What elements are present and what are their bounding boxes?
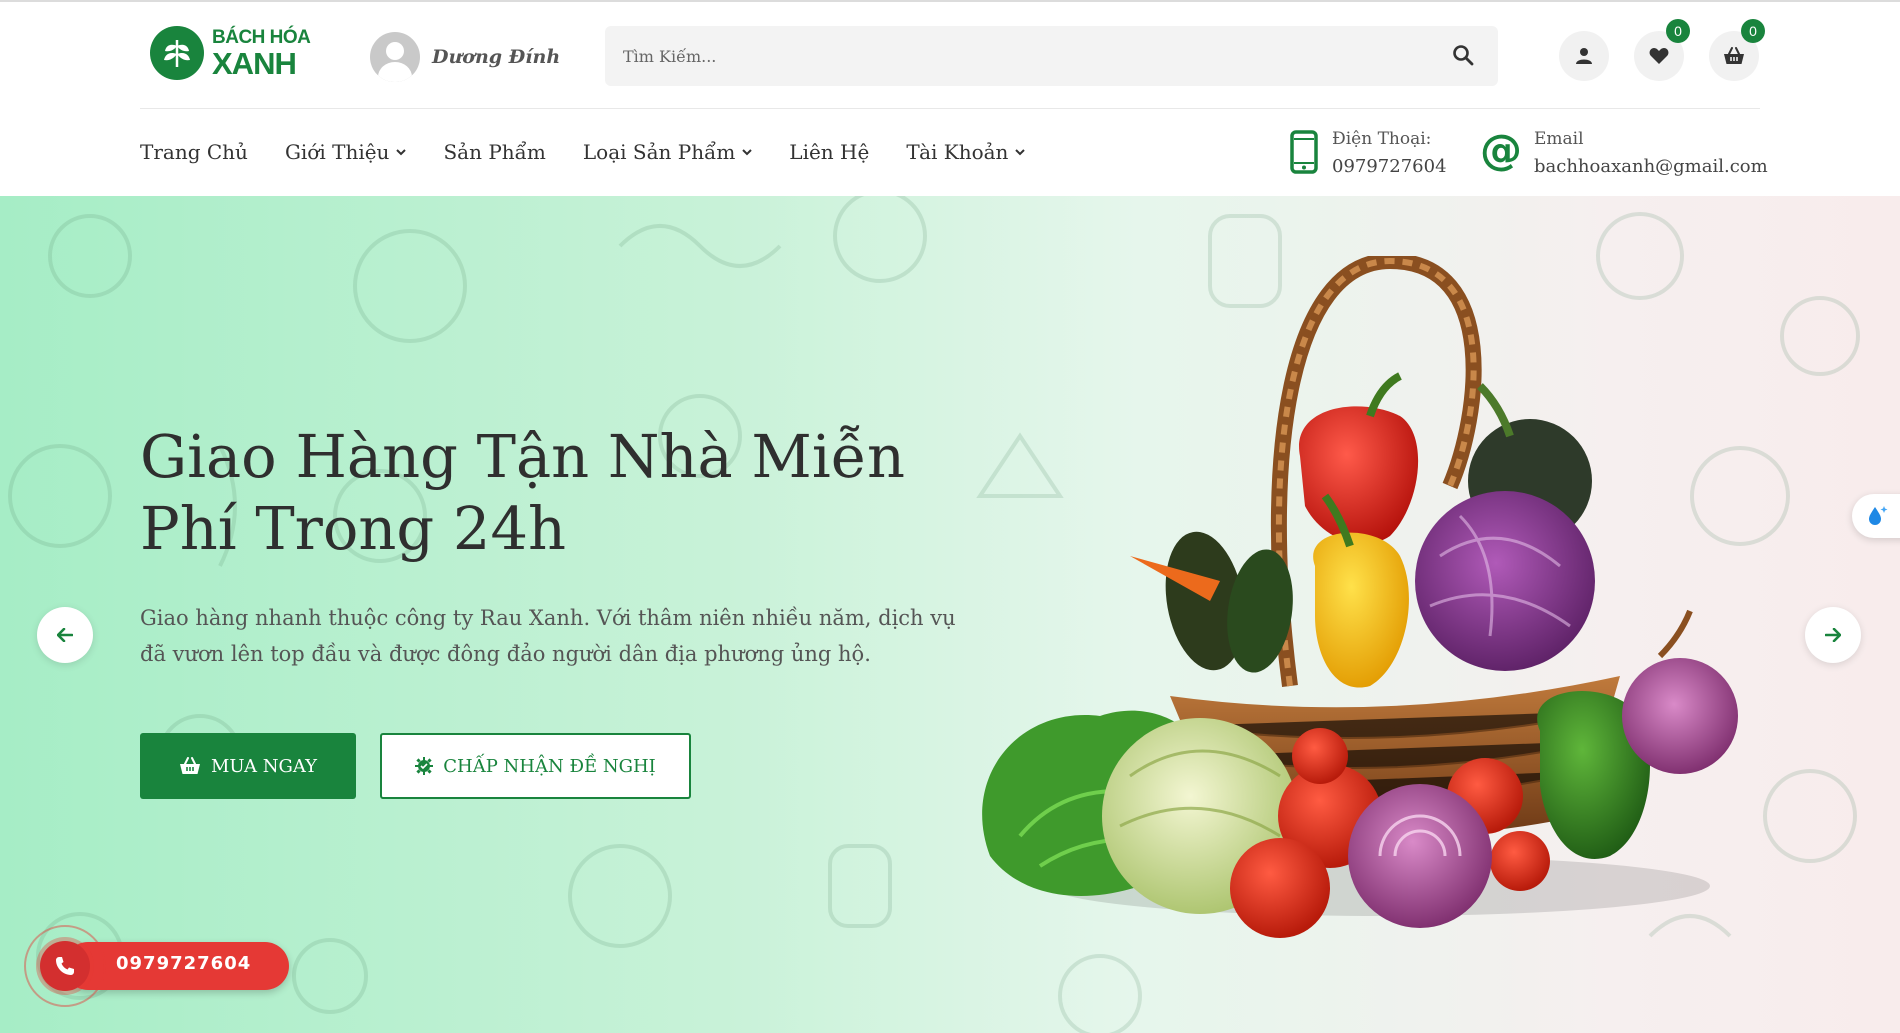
contact-phone: Điện Thoại: 0979727604: [1290, 126, 1447, 180]
site-header: BÁCH HÓA XANH Dương Đính 0: [0, 2, 1900, 196]
nav-item-account[interactable]: Tài Khoản: [906, 140, 1026, 164]
nav-item-label: Sản Phẩm: [443, 140, 546, 164]
arrow-left-icon: [57, 628, 73, 642]
phone-value[interactable]: 0979727604: [1332, 153, 1447, 180]
brand-name-line1: BÁCH HÓA: [212, 26, 311, 48]
call-number: 0979727604: [116, 953, 252, 974]
nav-item-about[interactable]: Giới Thiệu: [285, 140, 407, 164]
mobile-phone-icon: [1290, 130, 1318, 174]
email-value[interactable]: bachhoaxanh@gmail.com: [1534, 153, 1768, 180]
search-icon[interactable]: [1452, 44, 1476, 68]
contact-email: @ Email bachhoaxanh@gmail.com: [1480, 126, 1768, 180]
search-input[interactable]: [623, 26, 1423, 86]
nav-item-categories[interactable]: Loại Sản Phẩm: [582, 140, 753, 164]
hero-slider: Giao Hàng Tận Nhà Miễn Phí Trong 24h Gia…: [0, 196, 1900, 1033]
wishlist-count-badge: 0: [1666, 19, 1690, 43]
accept-offer-label: CHẤP NHẬN ĐỀ NGHỊ: [443, 755, 656, 777]
floating-call-widget[interactable]: 0979727604: [24, 921, 289, 1011]
user-icon: [1576, 48, 1592, 64]
arrow-right-icon: [1825, 628, 1841, 642]
basket-icon: [1724, 47, 1744, 64]
nav-item-label: Loại Sản Phẩm: [582, 140, 736, 164]
water-drop-sparkle-icon: [1869, 506, 1888, 525]
side-widget-tab[interactable]: [1852, 494, 1900, 538]
nav-item-products[interactable]: Sản Phẩm: [443, 140, 545, 164]
hero-description: Giao hàng nhanh thuộc công ty Rau Xanh. …: [140, 600, 960, 672]
nav-item-contact[interactable]: Liên Hệ: [789, 140, 869, 164]
main-nav: Trang Chủ Giới Thiệu Sản Phẩm Loại Sản P…: [140, 140, 1062, 164]
nav-item-home[interactable]: Trang Chủ: [140, 140, 248, 164]
avatar: [370, 32, 420, 82]
user-name: Dương Đính: [432, 46, 561, 68]
wishlist-button[interactable]: 0: [1634, 19, 1690, 81]
hero-title-line1: Giao Hàng Tận Nhà Miễn: [140, 422, 906, 491]
accept-offer-button[interactable]: CHẤP NHẬN ĐỀ NGHỊ: [380, 733, 691, 799]
gear-badge-icon: [415, 757, 434, 775]
slider-next-button[interactable]: [1805, 607, 1861, 663]
phone-label: Điện Thoại:: [1332, 129, 1432, 149]
nav-item-label: Liên Hệ: [789, 140, 870, 164]
chevron-down-icon: [1015, 149, 1026, 156]
search-bar: [605, 26, 1498, 86]
vegetable-basket-image: [982, 256, 1738, 938]
user-profile[interactable]: Dương Đính: [370, 32, 560, 82]
svg-text:@: @: [1480, 128, 1520, 172]
at-sign-icon: @: [1480, 128, 1520, 172]
cart-button[interactable]: 0: [1709, 19, 1765, 81]
brand-logo[interactable]: BÁCH HÓA XANH: [150, 26, 311, 81]
leaf-logo-icon: [150, 26, 204, 80]
hero-description-line2: đã vươn lên top đầu và được đông đảo ngư…: [140, 642, 871, 666]
email-label: Email: [1534, 129, 1584, 149]
brand-name: BÁCH HÓA XANH: [212, 26, 311, 81]
call-button[interactable]: [40, 941, 90, 991]
brand-name-line2: XANH: [212, 45, 297, 81]
phone-icon: [56, 957, 74, 975]
nav-item-label: Tài Khoản: [906, 140, 1009, 164]
basket-icon: [179, 757, 201, 775]
hero-title: Giao Hàng Tận Nhà Miễn Phí Trong 24h: [140, 421, 960, 565]
hero-title-line2: Phí Trong 24h: [140, 494, 566, 563]
chevron-down-icon: [742, 149, 753, 156]
nav-item-label: Giới Thiệu: [284, 140, 390, 164]
buy-now-label: MUA NGAY: [210, 755, 318, 777]
cart-count-badge: 0: [1741, 19, 1765, 43]
buy-now-button[interactable]: MUA NGAY: [140, 733, 356, 799]
hero-description-line1: Giao hàng nhanh thuộc công ty Rau Xanh. …: [140, 606, 956, 630]
slider-prev-button[interactable]: [37, 607, 93, 663]
nav-item-label: Trang Chủ: [140, 140, 248, 164]
account-button[interactable]: [1559, 31, 1609, 81]
header-divider: [140, 108, 1760, 109]
chevron-down-icon: [396, 149, 407, 156]
heart-icon: [1649, 48, 1669, 64]
